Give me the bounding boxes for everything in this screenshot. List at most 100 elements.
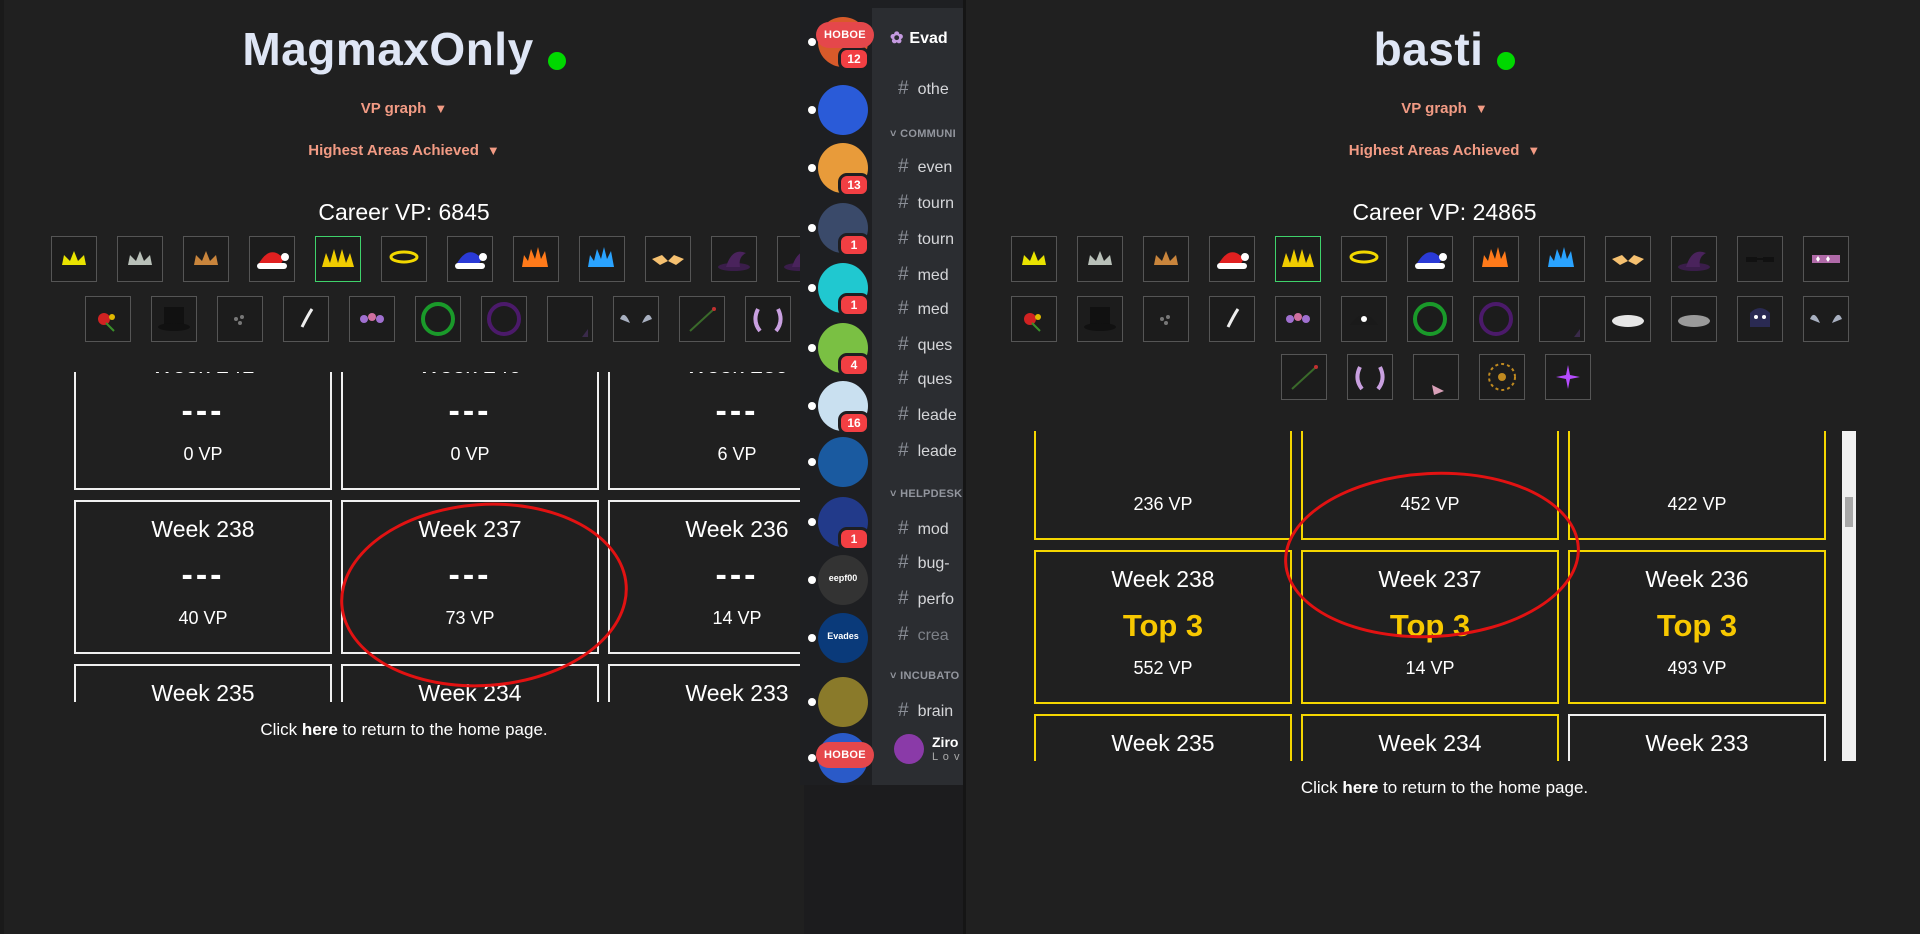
week-label: Week 233	[1645, 730, 1749, 756]
week-card: Week 241 --- 0 VP	[74, 372, 332, 490]
home-link[interactable]: here	[302, 720, 338, 739]
server-header[interactable]: ✿ Evad	[890, 28, 948, 48]
hat-stick-icon	[1281, 354, 1327, 400]
channel-category[interactable]: ˅ INCUBATO	[890, 670, 960, 682]
mention-badge: 1	[838, 293, 870, 317]
channel-category[interactable]: ˅ HELPDESK	[890, 488, 962, 500]
hat-ice-icon	[1539, 236, 1585, 282]
server-icon[interactable]: 13	[818, 143, 870, 197]
hat-stars-icon	[1803, 236, 1849, 282]
player-header: basti	[966, 22, 1920, 76]
server-list[interactable]: 12 13 1 1 4 16 1 eepf00 Evades НОВОЕ НОВОЕ	[800, 0, 874, 785]
server-icon[interactable]: 16	[818, 381, 870, 435]
vp-graph-toggle[interactable]: VP graph ▼	[4, 100, 804, 117]
unread-pip	[808, 458, 816, 466]
hat-wings-icon	[613, 296, 659, 342]
server-icon[interactable]: 4	[818, 323, 870, 377]
server-icon[interactable]: 1	[818, 263, 870, 317]
week-vp: 552 VP	[1133, 658, 1193, 678]
channel-item[interactable]: # even	[898, 156, 952, 178]
hat-witch-icon	[711, 236, 757, 282]
weeks-grid[interactable]: Week 241 --- 0 VP Week 240 --- 0 VP Week 239 --…	[74, 372, 804, 702]
hat-ringG-icon	[1407, 296, 1453, 342]
hash-icon: #	[898, 700, 909, 721]
home-link-line: Click here to return to the home page.	[966, 778, 1920, 798]
highest-areas-toggle[interactable]: Highest Areas Achieved ▼	[4, 142, 804, 159]
hash-icon: #	[898, 518, 909, 539]
channel-item[interactable]: # tourn	[898, 192, 954, 214]
hat-ringP-icon	[481, 296, 527, 342]
hat-rose-icon	[85, 296, 131, 342]
hat-ghost-icon	[1737, 296, 1783, 342]
channel-name: brain	[917, 703, 954, 720]
hat-ice-icon	[579, 236, 625, 282]
server-icon[interactable]	[818, 437, 868, 487]
channel-name: tourn	[917, 231, 955, 248]
channel-item[interactable]: # othe	[898, 78, 949, 100]
discord-window: 12 13 1 1 4 16 1 eepf00 Evades НОВОЕ НОВОЕ ✿ Evad # o…	[800, 0, 963, 785]
server-icon[interactable]: Evades	[818, 613, 868, 663]
mention-badge: 4	[838, 353, 870, 377]
week-rank: Top 3	[1656, 608, 1738, 643]
server-icon[interactable]: eepf00	[818, 555, 868, 605]
highest-areas-toggle[interactable]: Highest Areas Achieved ▼	[966, 142, 1920, 159]
channel-item[interactable]: # crea	[898, 624, 949, 646]
week-label: Week 238	[1111, 566, 1215, 592]
hash-icon: #	[898, 228, 909, 249]
hat-blueSanta-icon	[1407, 236, 1453, 282]
channel-name: ques	[917, 337, 953, 354]
channel-item[interactable]: # leade	[898, 440, 957, 462]
user-panel[interactable]: Ziro L o v	[894, 734, 963, 770]
channel-item[interactable]: # med	[898, 298, 949, 320]
week-vp: 40 VP	[178, 608, 228, 628]
hat-corner-icon	[547, 296, 593, 342]
vp-graph-toggle[interactable]: VP graph ▼	[966, 100, 1920, 117]
unread-pip	[808, 754, 816, 762]
server-emblem-icon: ✿	[890, 30, 904, 47]
online-status-dot	[547, 51, 566, 70]
channel-item[interactable]: # tourn	[898, 228, 954, 250]
server-icon[interactable]: 1	[818, 203, 870, 257]
channel-item[interactable]: # brain	[898, 700, 953, 722]
week-card: 452 VP	[1301, 431, 1559, 540]
week-label: Week 234	[418, 680, 522, 702]
week-card: Week 236 Top 3 493 VP	[1568, 550, 1826, 704]
hash-icon: #	[898, 156, 909, 177]
channel-item[interactable]: # med	[898, 264, 949, 286]
hat-row-2	[85, 296, 791, 344]
channel-item[interactable]: # bug-	[898, 552, 950, 574]
hat-blueSanta-icon	[447, 236, 493, 282]
week-card: Week 234	[341, 664, 599, 702]
server-icon[interactable]	[818, 85, 868, 135]
week-rank: ---	[448, 392, 492, 430]
week-vp: 422 VP	[1667, 494, 1727, 514]
server-icon[interactable]: 1	[818, 497, 870, 551]
channel-name: leade	[917, 443, 957, 460]
home-link[interactable]: here	[1342, 778, 1378, 797]
hat-feather-icon	[1209, 296, 1255, 342]
weeks-grid[interactable]: 236 VP 452 VP 422 VP Week 238 Top 3 552 VP Wee…	[1034, 431, 1844, 761]
new-label-badge: НОВОЕ	[816, 742, 874, 768]
hash-icon: #	[898, 624, 909, 645]
channel-item[interactable]: # leade	[898, 404, 957, 426]
week-label: Week 237	[1378, 566, 1482, 592]
channel-name: med	[917, 301, 949, 318]
server-icon[interactable]	[818, 677, 868, 727]
vp-graph-label: VP graph	[1401, 100, 1467, 117]
career-vp: Career VP: 24865	[1352, 199, 1537, 225]
home-link-line: Click here to return to the home page.	[4, 720, 804, 740]
channel-item[interactable]: # mod	[898, 518, 949, 540]
unread-pip	[808, 402, 816, 410]
hat-halo-icon	[1341, 236, 1387, 282]
channel-item[interactable]: # perfo	[898, 588, 954, 610]
channel-category[interactable]: ˅ COMMUNI	[890, 128, 956, 140]
weeks-scrollbar[interactable]	[1842, 431, 1856, 761]
unread-pip	[808, 344, 816, 352]
week-card: Week 237 --- 73 VP	[341, 500, 599, 654]
hat-spiky-icon	[1275, 236, 1321, 282]
channel-item[interactable]: # ques	[898, 334, 952, 356]
channel-item[interactable]: # ques	[898, 368, 952, 390]
hat-dots-icon	[1143, 296, 1189, 342]
scrollbar-thumb[interactable]	[1845, 497, 1853, 527]
category-label: HELPDESK	[900, 488, 963, 500]
